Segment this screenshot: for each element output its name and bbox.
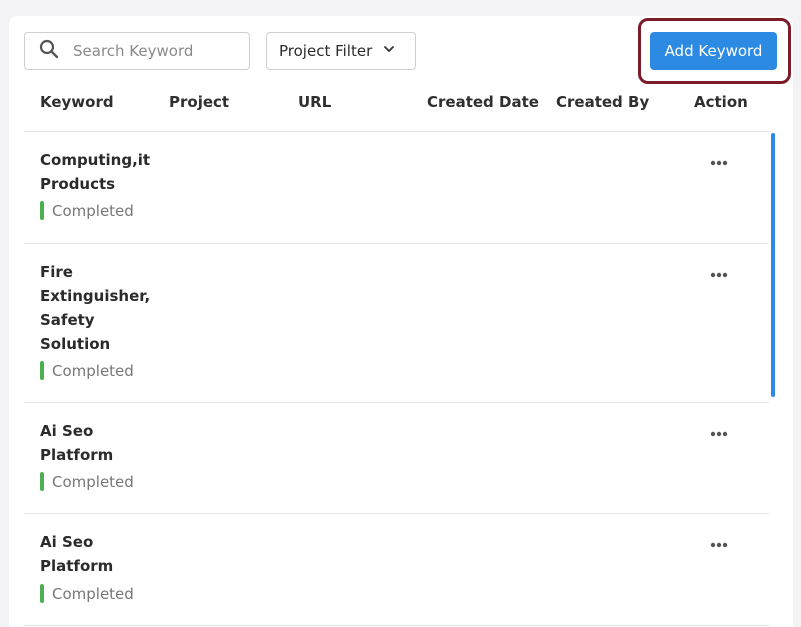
search-box[interactable]: [24, 32, 250, 70]
keyword-cell: Fire Extinguisher, Safety Solution: [40, 260, 150, 356]
column-header-keyword: Keyword: [40, 93, 114, 111]
more-actions-icon[interactable]: [710, 542, 728, 548]
vertical-scrollbar-thumb[interactable]: [771, 133, 775, 397]
status-badge: Completed: [40, 201, 134, 220]
status-indicator: [40, 201, 44, 220]
keyword-line: Extinguisher,: [40, 287, 151, 305]
project-filter-label: Project Filter: [279, 42, 373, 60]
keyword-line: Fire: [40, 263, 73, 281]
status-label: Completed: [52, 584, 134, 603]
keyword-line: Computing,it: [40, 151, 151, 169]
table-row: Fire Extinguisher, Safety Solution Compl…: [24, 244, 769, 403]
status-label: Completed: [52, 361, 134, 380]
chevron-down-icon: [372, 42, 396, 60]
status-badge: Completed: [40, 361, 134, 380]
keyword-cell: Ai Seo Platform: [40, 419, 150, 467]
column-header-created-date: Created Date: [427, 93, 539, 111]
status-label: Completed: [52, 472, 134, 491]
status-badge: Completed: [40, 584, 134, 603]
keyword-line: Solution: [40, 335, 111, 353]
keyword-cell: Computing,it Products: [40, 148, 150, 196]
table-header: Keyword Project URL Created Date Created…: [24, 88, 769, 132]
keyword-line: Platform: [40, 446, 114, 464]
column-header-project: Project: [169, 93, 230, 111]
project-filter-dropdown[interactable]: Project Filter: [266, 32, 416, 70]
more-actions-icon[interactable]: [710, 431, 728, 437]
table-row: Ai Seo Platform Completed: [24, 514, 769, 626]
table-row: Computing,it Products Completed: [24, 132, 769, 244]
keyword-line: Safety: [40, 311, 95, 329]
table-row: Ai Seo Platform Completed: [24, 403, 769, 514]
status-indicator: [40, 361, 44, 380]
keyword-cell: Ai Seo Platform: [40, 530, 150, 578]
search-icon: [39, 39, 59, 63]
search-input[interactable]: [73, 42, 233, 60]
status-indicator: [40, 472, 44, 491]
add-keyword-button[interactable]: Add Keyword: [650, 32, 777, 70]
more-actions-icon[interactable]: [710, 160, 728, 166]
keyword-line: Products: [40, 175, 116, 193]
status-indicator: [40, 584, 44, 603]
status-badge: Completed: [40, 472, 134, 491]
status-label: Completed: [52, 201, 134, 220]
keyword-line: Platform: [40, 557, 114, 575]
column-header-url: URL: [298, 93, 332, 111]
keyword-line: Ai Seo: [40, 422, 94, 440]
column-header-action: Action: [694, 93, 748, 111]
column-header-created-by: Created By: [556, 93, 650, 111]
keyword-line: Ai Seo: [40, 533, 94, 551]
more-actions-icon[interactable]: [710, 272, 728, 278]
